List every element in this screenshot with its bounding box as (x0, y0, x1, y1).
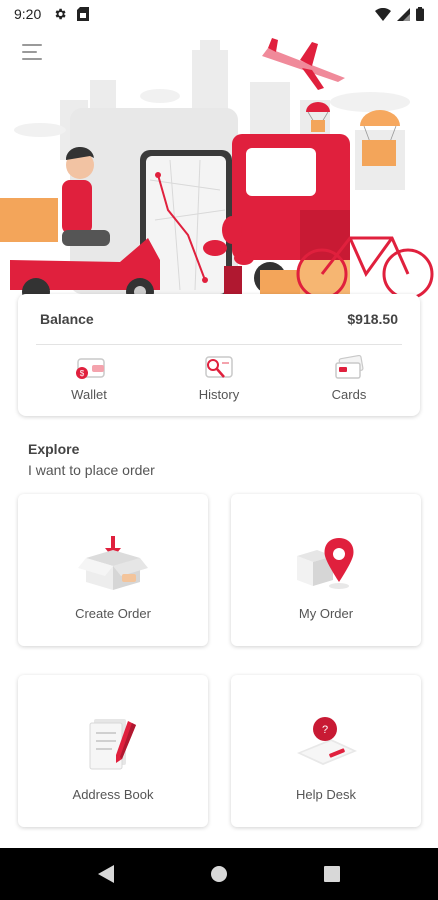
history-button[interactable]: History (174, 355, 264, 402)
history-icon (205, 356, 233, 378)
balance-label: Balance (40, 311, 94, 327)
explore-title: Explore (28, 441, 80, 457)
address-book-label: Address Book (72, 787, 154, 802)
wallet-icon: $ (76, 358, 105, 379)
cell-signal-icon (397, 7, 410, 21)
cards-button[interactable]: Cards (304, 355, 394, 402)
balance-card: Balance $918.50 $ Wallet History Cards (18, 294, 420, 416)
balance-amount: $918.50 (347, 311, 398, 327)
gear-icon (55, 8, 66, 20)
status-bar: 9:20 (0, 0, 438, 28)
home-circle-icon (211, 866, 227, 882)
wallet-label: Wallet (71, 387, 107, 402)
quick-actions: $ Wallet History Cards (18, 345, 420, 402)
history-label: History (198, 387, 240, 402)
create-order-label: Create Order (75, 606, 151, 621)
cards-icon (335, 355, 364, 379)
notebook-pen-icon (89, 719, 136, 770)
cards-label: Cards (331, 387, 367, 402)
my-order-tile[interactable]: My Order (231, 494, 421, 646)
status-time: 9:20 (14, 6, 42, 22)
explore-section-header: Explore I want to place order (28, 441, 155, 478)
wallet-button[interactable]: $ Wallet (44, 355, 134, 402)
recents-button[interactable] (324, 866, 340, 882)
svg-text:?: ? (322, 724, 328, 736)
help-desk-label: Help Desk (296, 787, 356, 802)
back-button[interactable] (98, 865, 114, 883)
home-button[interactable] (210, 865, 228, 883)
location-pin-box-icon (297, 538, 354, 589)
back-triangle-icon (98, 865, 114, 883)
wifi-icon (375, 7, 391, 21)
battery-icon (416, 7, 424, 21)
create-order-tile[interactable]: Create Order (18, 494, 208, 646)
help-desk-phone-icon: ? (297, 717, 357, 765)
explore-subtitle: I want to place order (28, 462, 155, 478)
open-box-icon (78, 536, 148, 590)
svg-text:$: $ (80, 369, 85, 378)
my-order-label: My Order (298, 606, 354, 621)
address-book-tile[interactable]: Address Book (18, 675, 208, 827)
recents-square-icon (324, 866, 340, 882)
help-desk-tile[interactable]: ? Help Desk (231, 675, 421, 827)
sim-card-icon (77, 7, 90, 21)
balance-row: Balance $918.50 (18, 294, 420, 344)
delivery-hero-illustration (0, 38, 434, 300)
system-navigation-bar (0, 848, 438, 900)
